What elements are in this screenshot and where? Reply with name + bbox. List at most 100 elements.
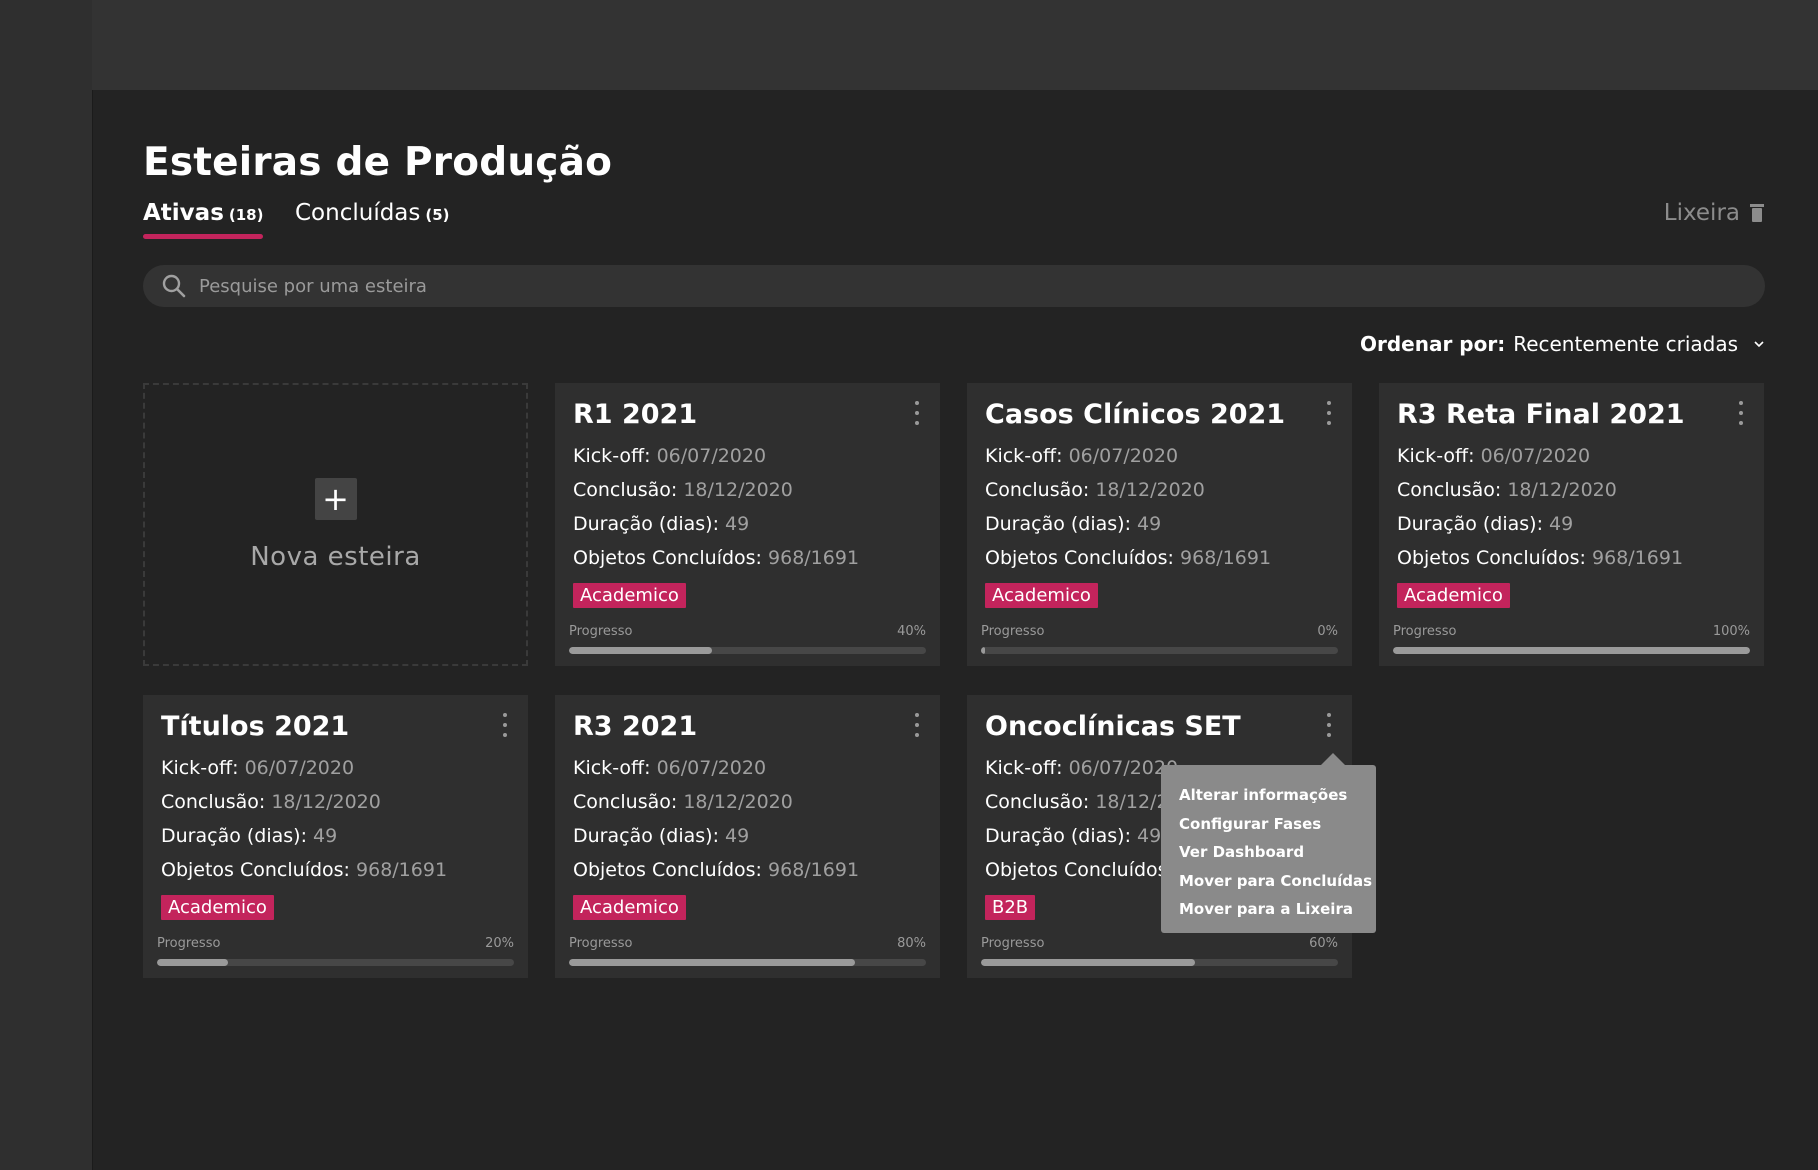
progress-percent: 60%: [1309, 936, 1338, 951]
menu-item-view-dashboard[interactable]: Ver Dashboard: [1179, 838, 1376, 867]
tab-concluidas-label: Concluídas: [295, 200, 421, 226]
kebab-menu-icon[interactable]: [1736, 401, 1746, 425]
card-duration: Duração (dias): 49: [1397, 513, 1574, 535]
card-title: Oncoclínicas SET: [985, 711, 1241, 742]
category-tag: Academico: [985, 583, 1098, 608]
menu-item-move-completed[interactable]: Mover para Concluídas: [1179, 867, 1376, 896]
card-objects: Objetos Concluídos: 968/1691: [573, 859, 860, 881]
sort-label: Ordenar por:: [1359, 332, 1506, 356]
progress-percent: 20%: [485, 936, 514, 951]
progress-label: Progresso: [981, 624, 1045, 639]
plus-icon: +: [314, 477, 357, 520]
tab-ativas-label: Ativas: [143, 200, 224, 226]
progress-row: Progresso 80%: [569, 936, 926, 951]
progress-fill: [157, 959, 229, 966]
progress-label: Progresso: [981, 936, 1045, 951]
pipeline-card[interactable]: Títulos 2021 Kick-off: 06/07/2020 Conclu…: [143, 695, 528, 978]
progress-bar: [981, 647, 1338, 654]
progress-label: Progresso: [1393, 624, 1457, 639]
progress-label: Progresso: [569, 624, 633, 639]
progress-percent: 80%: [897, 936, 926, 951]
tab-concluidas[interactable]: Concluídas (5): [295, 200, 450, 226]
card-duration: Duração (dias): 49: [161, 825, 338, 847]
category-tag: Academico: [573, 583, 686, 608]
kebab-menu-icon[interactable]: [912, 713, 922, 737]
card-title: R1 2021: [573, 399, 698, 430]
progress-percent: 0%: [1317, 624, 1338, 639]
progress-fill: [1393, 647, 1750, 654]
search-icon: [162, 274, 186, 298]
chevron-down-icon: [1754, 341, 1764, 348]
progress-fill: [569, 647, 712, 654]
card-objects: Objetos Concluídos: 968/1691: [1397, 547, 1684, 569]
menu-item-edit-info[interactable]: Alterar informações: [1179, 781, 1376, 810]
progress-bar: [157, 959, 514, 966]
top-bar: [92, 0, 1818, 90]
pipeline-card[interactable]: R1 2021 Kick-off: 06/07/2020 Conclusão: …: [555, 383, 940, 666]
card-conclusion: Conclusão: 18/12/2020: [1397, 479, 1617, 501]
card-conclusion: Conclusão: 18/12/2020: [573, 791, 793, 813]
progress-bar: [569, 647, 926, 654]
menu-item-move-trash[interactable]: Mover para a Lixeira: [1179, 895, 1376, 924]
card-conclusion: Conclusão: 18/12/2020: [985, 479, 1205, 501]
card-duration: Duração (dias): 49: [985, 513, 1162, 535]
category-tag: Academico: [1397, 583, 1510, 608]
card-kickoff: Kick-off: 06/07/2020: [161, 757, 355, 779]
page-title: Esteiras de Produção: [143, 140, 613, 185]
card-kickoff: Kick-off: 06/07/2020: [985, 445, 1179, 467]
progress-bar: [569, 959, 926, 966]
card-context-menu: Alterar informações Configurar Fases Ver…: [1161, 753, 1376, 933]
kebab-menu-icon[interactable]: [1324, 401, 1334, 425]
progress-label: Progresso: [569, 936, 633, 951]
progress-row: Progresso 0%: [981, 624, 1338, 639]
card-kickoff: Kick-off: 06/07/2020: [573, 445, 767, 467]
card-objects: Objetos Concluídos: 968/1691: [161, 859, 448, 881]
progress-label: Progresso: [157, 936, 221, 951]
menu-item-configure-phases[interactable]: Configurar Fases: [1179, 810, 1376, 839]
tab-ativas[interactable]: Ativas (18): [143, 200, 264, 239]
search-bar[interactable]: [143, 265, 1765, 307]
card-duration: Duração (dias): 49: [573, 825, 750, 847]
sort-dropdown[interactable]: Ordenar por: Recentemente criadas: [1360, 332, 1764, 356]
category-tag: Academico: [161, 895, 274, 920]
category-tag: Academico: [573, 895, 686, 920]
new-pipeline-card[interactable]: + Nova esteira: [143, 383, 528, 666]
sort-value: Recentemente criadas: [1513, 332, 1738, 356]
progress-fill: [981, 647, 986, 654]
search-input[interactable]: [197, 274, 1765, 298]
card-kickoff: Kick-off: 06/07/2020: [1397, 445, 1591, 467]
progress-row: Progresso 100%: [1393, 624, 1750, 639]
card-title: R3 Reta Final 2021: [1397, 399, 1685, 430]
progress-row: Progresso 20%: [157, 936, 514, 951]
pipeline-card[interactable]: Casos Clínicos 2021 Kick-off: 06/07/2020…: [967, 383, 1352, 666]
card-objects: Objetos Concluídos: 968/1691: [573, 547, 860, 569]
card-objects: Objetos Concluídos: 968/1691: [985, 547, 1272, 569]
kebab-menu-icon[interactable]: [1324, 713, 1334, 737]
sidebar: [0, 0, 93, 1170]
progress-bar: [1393, 647, 1750, 654]
pipeline-card[interactable]: R3 Reta Final 2021 Kick-off: 06/07/2020 …: [1379, 383, 1764, 666]
card-title: Casos Clínicos 2021: [985, 399, 1286, 430]
pipeline-card[interactable]: R3 2021 Kick-off: 06/07/2020 Conclusão: …: [555, 695, 940, 978]
card-kickoff: Kick-off: 06/07/2020: [573, 757, 767, 779]
new-pipeline-label: Nova esteira: [250, 541, 421, 572]
card-title: Títulos 2021: [161, 711, 350, 742]
progress-row: Progresso 40%: [569, 624, 926, 639]
tab-concluidas-count: (5): [425, 206, 450, 224]
progress-fill: [569, 959, 855, 966]
progress-percent: 100%: [1712, 624, 1750, 639]
progress-bar: [981, 959, 1338, 966]
trash-button[interactable]: Lixeira: [1664, 200, 1764, 226]
trash-icon: [1750, 203, 1764, 223]
card-title: R3 2021: [573, 711, 698, 742]
category-tag: B2B: [985, 895, 1036, 920]
progress-fill: [981, 959, 1196, 966]
progress-percent: 40%: [897, 624, 926, 639]
tab-ativas-count: (18): [228, 206, 264, 224]
kebab-menu-icon[interactable]: [912, 401, 922, 425]
card-duration: Duração (dias): 49: [573, 513, 750, 535]
kebab-menu-icon[interactable]: [500, 713, 510, 737]
card-conclusion: Conclusão: 18/12/2020: [573, 479, 793, 501]
trash-label: Lixeira: [1663, 200, 1740, 226]
progress-row: Progresso 60%: [981, 936, 1338, 951]
